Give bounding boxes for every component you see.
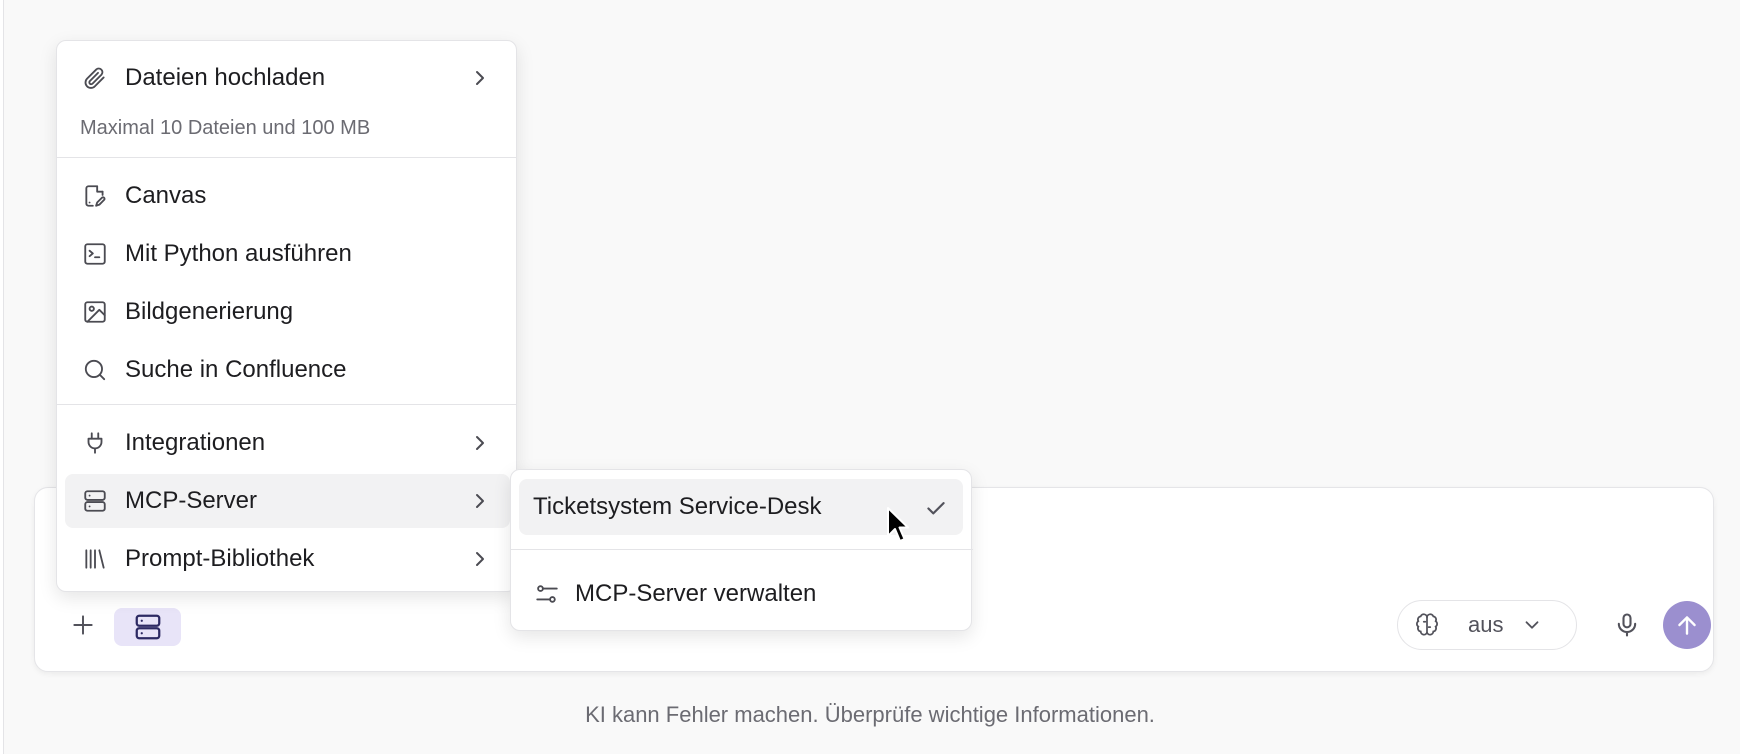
menu-item-python[interactable]: Mit Python ausführen [65,227,510,281]
menu-item-label: MCP-Server [125,487,258,514]
microphone-button[interactable] [1605,603,1649,647]
sliders-icon [533,580,561,608]
add-attachment-button[interactable] [61,603,105,647]
menu-divider [57,404,516,405]
check-icon [927,502,945,515]
reasoning-select[interactable]: aus [1397,600,1577,650]
submenu-item-label: Ticketsystem Service-Desk [533,493,822,520]
menu-item-upload-files[interactable]: Dateien hochladen [65,51,510,105]
image-icon [81,298,109,326]
microphone-icon [1617,613,1637,637]
chevron-right-icon [476,71,484,85]
menu-item-mcp-server[interactable]: MCP-Server [65,474,510,528]
upload-limit-hint: Maximal 10 Dateien und 100 MB [80,117,371,139]
submenu-item-label: MCP-Server verwalten [575,580,817,607]
sidebar-edge [0,0,4,754]
server-icon [81,487,109,515]
paperclip-icon [81,64,109,92]
plug-icon [81,429,109,457]
chevron-right-icon [476,552,484,566]
menu-item-label: Mit Python ausführen [125,240,352,267]
menu-item-label: Suche in Confluence [125,356,347,383]
menu-divider [511,549,973,550]
chevron-right-icon [476,494,484,508]
menu-item-label: Prompt-Bibliothek [125,545,315,572]
menu-item-label: Dateien hochladen [125,64,326,91]
canvas-icon [81,182,109,210]
composer-plus-menu: Dateien hochladen Maximal 10 Dateien und… [56,40,517,592]
mouse-pointer-icon [887,507,909,542]
terminal-icon [81,240,109,268]
reasoning-value: aus [1468,612,1504,637]
disclaimer-text: KI kann Fehler machen. Überprüfe wichtig… [585,702,1155,727]
search-icon [81,356,109,384]
menu-item-label: Bildgenerierung [125,298,294,325]
arrow-up-icon [1678,616,1696,635]
server-icon [135,614,160,640]
send-button[interactable] [1663,601,1711,649]
menu-item-confluence-search[interactable]: Suche in Confluence [65,343,510,397]
brain-icon [1416,613,1438,636]
mcp-server-toggle[interactable] [114,608,181,646]
menu-item-integrations[interactable]: Integrationen [65,416,510,470]
menu-divider [57,157,516,158]
chevron-down-icon [1526,621,1539,629]
mcp-server-submenu: Ticketsystem Service-Desk MCP-Server ver… [510,469,973,631]
chevron-right-icon [476,436,484,450]
menu-item-label: Integrationen [125,429,266,456]
submenu-item-manage-servers[interactable]: MCP-Server verwalten [519,566,963,622]
menu-item-canvas[interactable]: Canvas [65,169,510,223]
library-icon [81,545,109,573]
menu-item-prompt-library[interactable]: Prompt-Bibliothek [65,532,510,586]
menu-item-image-generation[interactable]: Bildgenerierung [65,285,510,339]
menu-item-label: Canvas [125,182,207,209]
plus-icon [73,615,93,635]
